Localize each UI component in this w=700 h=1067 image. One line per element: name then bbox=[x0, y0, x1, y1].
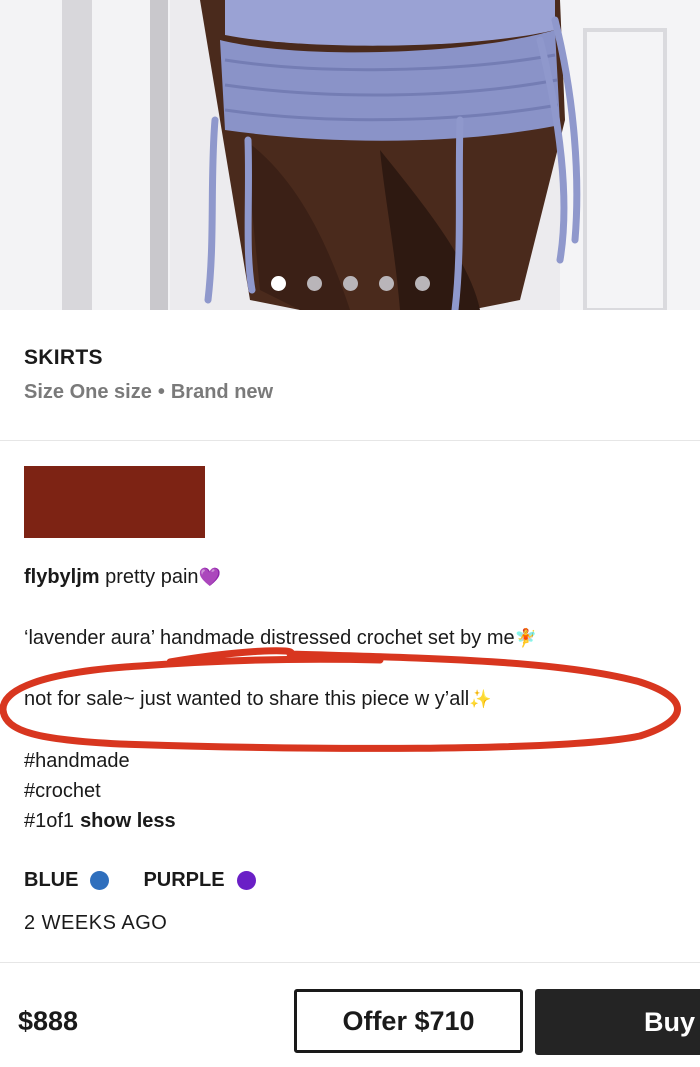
carousel-dot[interactable] bbox=[306, 276, 322, 291]
hashtag-crochet[interactable]: #crochet bbox=[24, 780, 101, 803]
hashtag-1of1[interactable]: #1of1 bbox=[24, 810, 74, 832]
carousel-dots[interactable] bbox=[0, 276, 700, 291]
hashtag-text[interactable]: #crochet bbox=[24, 780, 101, 802]
photo-illustration bbox=[0, 0, 700, 310]
bottom-bar-divider bbox=[0, 962, 700, 963]
fairy-icon: 🧚 bbox=[514, 628, 538, 648]
hashtag-1of1-row: #1of1 show less bbox=[24, 810, 176, 833]
purple-heart-icon: 💜 bbox=[198, 567, 221, 587]
section-divider bbox=[0, 440, 700, 441]
item-condition: Brand new bbox=[170, 381, 274, 403]
item-category[interactable]: SKIRTS bbox=[24, 346, 103, 370]
carousel-dot[interactable] bbox=[414, 276, 430, 291]
color-blue-label[interactable]: BLUE bbox=[24, 869, 78, 892]
description-tagline: pretty pain bbox=[105, 566, 199, 588]
hashtag-text[interactable]: #handmade bbox=[24, 750, 130, 772]
price-label: $888 bbox=[18, 1006, 79, 1036]
color-list: BLUE PURPLE bbox=[24, 869, 256, 892]
color-purple-label[interactable]: PURPLE bbox=[143, 869, 224, 892]
description-text-1: ‘lavender aura’ handmade distressed croc… bbox=[24, 627, 515, 649]
carousel-dot[interactable] bbox=[342, 276, 358, 291]
buy-button[interactable]: Buy bbox=[535, 989, 700, 1055]
description-header: flybyljm pretty pain💜 bbox=[24, 566, 221, 589]
offer-button[interactable]: Offer $710 bbox=[294, 989, 523, 1053]
carousel-dot[interactable] bbox=[270, 276, 286, 291]
color-blue-swatch bbox=[90, 871, 110, 890]
show-less-link[interactable]: show less bbox=[80, 810, 176, 832]
redacted-block bbox=[24, 466, 205, 538]
sparkles-icon: ✨ bbox=[469, 689, 492, 709]
product-photo[interactable] bbox=[0, 0, 700, 310]
description-text-2: not for sale~ just wanted to share this … bbox=[24, 688, 470, 710]
description-line-2: not for sale~ just wanted to share this … bbox=[24, 688, 492, 711]
posted-time: 2 WEEKS AGO bbox=[24, 912, 168, 934]
description-line-1: ‘lavender aura’ handmade distressed croc… bbox=[24, 627, 537, 650]
meta-separator: • bbox=[157, 381, 165, 403]
color-purple-swatch bbox=[236, 871, 256, 890]
seller-username[interactable]: flybyljm bbox=[24, 566, 100, 588]
item-size: Size One size bbox=[24, 381, 152, 403]
item-meta: Size One size • Brand new bbox=[24, 381, 273, 404]
hashtag-handmade[interactable]: #handmade bbox=[24, 750, 130, 773]
carousel-dot[interactable] bbox=[378, 276, 394, 291]
